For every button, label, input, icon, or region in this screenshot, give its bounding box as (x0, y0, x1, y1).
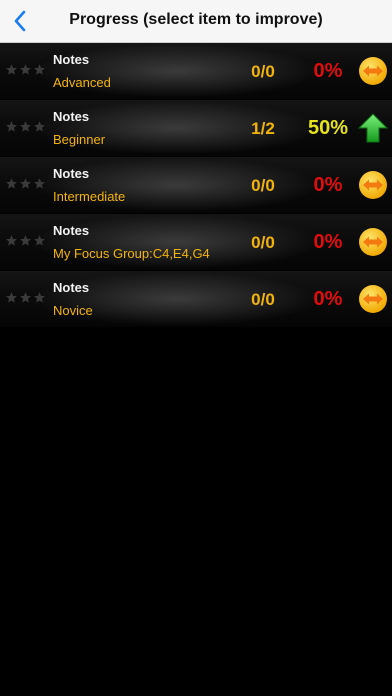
item-score: 0/0 (251, 233, 275, 252)
star-icon (6, 292, 17, 303)
sideways-arrow-icon (359, 171, 387, 199)
star-icon (20, 292, 31, 303)
page-title: Progress (select item to improve) (69, 11, 323, 28)
item-title: Notes (53, 223, 90, 238)
progress-list: Notes Advanced 0/0 0% Notes Beginner 1/2… (0, 43, 392, 328)
item-percent: 0% (313, 288, 343, 310)
star-icon (34, 292, 45, 303)
item-percent: 0% (313, 174, 343, 196)
item-level: My Focus Group:C4,E4,G4 (53, 246, 210, 261)
item-percent: 50% (307, 117, 349, 139)
list-item[interactable]: Notes Novice 0/0 0% (0, 271, 392, 328)
item-percent: 0% (313, 60, 343, 82)
list-item[interactable]: Notes Beginner 1/2 50% (0, 100, 392, 157)
item-percent: 0% (313, 231, 343, 253)
item-level: Advanced (53, 75, 111, 90)
star-icon (20, 121, 31, 132)
up-arrow-icon (358, 113, 388, 143)
rating-stars (5, 177, 46, 190)
rating-stars (5, 234, 46, 247)
item-score: 0/0 (251, 62, 275, 81)
rating-stars (5, 63, 46, 76)
star-icon (34, 121, 45, 132)
sideways-arrow-icon (359, 285, 387, 313)
item-title: Notes (53, 109, 90, 124)
item-level: Beginner (53, 132, 106, 147)
list-item[interactable]: Notes Intermediate 0/0 0% (0, 157, 392, 214)
item-title: Notes (53, 166, 90, 181)
rating-stars (5, 291, 46, 304)
star-icon (34, 235, 45, 246)
item-title: Notes (53, 52, 90, 67)
sideways-arrow-icon (359, 57, 387, 85)
item-level: Intermediate (53, 189, 126, 204)
star-icon (6, 235, 17, 246)
star-icon (34, 64, 45, 75)
star-icon (20, 64, 31, 75)
star-icon (34, 178, 45, 189)
star-icon (6, 64, 17, 75)
star-icon (6, 178, 17, 189)
rating-stars (5, 120, 46, 133)
star-icon (6, 121, 17, 132)
list-item[interactable]: Notes Advanced 0/0 0% (0, 43, 392, 100)
navigation-bar: Progress (select item to improve) (0, 0, 392, 43)
item-score: 0/0 (251, 290, 275, 309)
star-icon (20, 178, 31, 189)
item-title: Notes (53, 280, 90, 295)
list-item[interactable]: Notes My Focus Group:C4,E4,G4 0/0 0% (0, 214, 392, 271)
sideways-arrow-icon (359, 228, 387, 256)
item-score: 1/2 (251, 119, 275, 138)
star-icon (20, 235, 31, 246)
item-level: Novice (53, 303, 93, 318)
item-score: 0/0 (251, 176, 275, 195)
